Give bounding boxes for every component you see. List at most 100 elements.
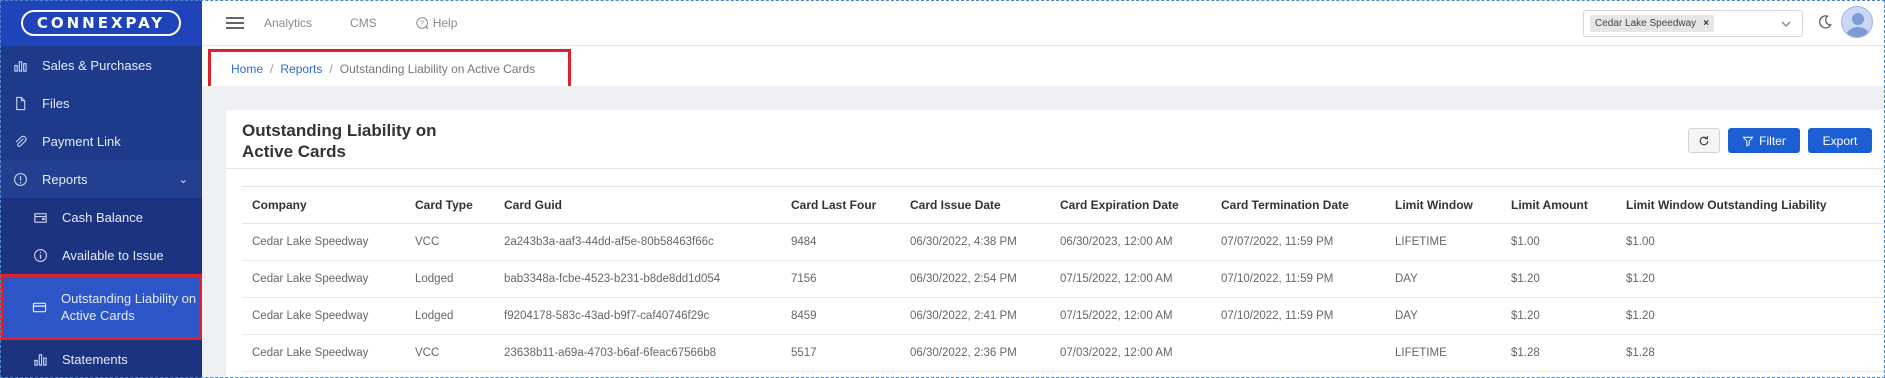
file-icon <box>12 95 28 111</box>
sidebar-item-label: Cash Balance <box>62 209 143 225</box>
info-circle-icon <box>32 247 48 263</box>
cell-termination-date: 07/07/2022, 11:59 PM <box>1211 223 1385 261</box>
column-header[interactable]: Limit Window Outstanding Liability <box>1616 186 1885 224</box>
column-header[interactable]: Card Guid <box>494 186 781 224</box>
table-row[interactable]: Cedar Lake Speedway VCC 23638b11-a69a-47… <box>242 334 1885 372</box>
cell-limit-amount: $1.28 <box>1501 334 1616 372</box>
table-row[interactable]: Cedar Lake Speedway VCC 2a243b3a-aaf3-44… <box>242 223 1885 261</box>
sidebar-subitem-cash-balance[interactable]: Cash Balance <box>0 198 202 236</box>
sidebar-item-reports[interactable]: Reports ⌄ <box>0 160 202 198</box>
sidebar-item-sales-purchases[interactable]: Sales & Purchases <box>0 46 202 84</box>
sidebar: CONNEXPAY Sales & Purchases Files Paymen… <box>0 0 202 378</box>
cell-outstanding-liability: $1.00 <box>1616 223 1885 261</box>
sidebar-item-label: Outstanding Liability on Active Cards <box>61 291 197 323</box>
filter-button[interactable]: Filter <box>1728 128 1800 153</box>
sidebar-item-files[interactable]: Files <box>0 84 202 122</box>
column-header[interactable]: Company <box>242 186 405 224</box>
breadcrumb: Home / Reports / Outstanding Liability o… <box>208 49 571 89</box>
table-header-row: Company Card Type Card Guid Card Last Fo… <box>242 186 1885 224</box>
cell-card-type: Lodged <box>405 297 494 335</box>
avatar[interactable] <box>1841 6 1873 38</box>
logo-area[interactable]: CONNEXPAY <box>0 0 202 46</box>
paperclip-icon <box>12 133 28 149</box>
report-card: Outstanding Liability on Active Cards Fi… <box>226 110 1885 378</box>
breadcrumb-area: Home / Reports / Outstanding Liability o… <box>202 46 1885 89</box>
help-icon: ? <box>416 16 428 30</box>
merchant-select[interactable]: Cedar Lake Speedway × <box>1583 10 1803 37</box>
refresh-button[interactable] <box>1688 128 1720 153</box>
cell-termination-date: 07/10/2022, 11:59 PM <box>1211 260 1385 298</box>
column-header[interactable]: Limit Amount <box>1501 186 1616 224</box>
breadcrumb-home[interactable]: Home <box>231 62 263 76</box>
breadcrumb-reports[interactable]: Reports <box>280 62 322 76</box>
export-button[interactable]: Export <box>1808 128 1872 153</box>
chevron-down-icon[interactable] <box>1778 16 1794 32</box>
cell-issue-date: 06/30/2022, 4:38 PM <box>900 223 1050 261</box>
moon-icon[interactable] <box>1817 14 1833 30</box>
sidebar-item-label: Sales & Purchases <box>42 57 152 73</box>
nav-help-label: Help <box>432 15 458 30</box>
cell-limit-window: DAY <box>1385 260 1501 298</box>
cell-last-four: 8459 <box>781 297 900 335</box>
connexpay-logo: CONNEXPAY <box>20 10 182 36</box>
sidebar-subitem-outstanding-liability[interactable]: Outstanding Liability on Active Cards <box>0 274 202 340</box>
cell-expiration-date: 07/15/2022, 12:00 AM <box>1050 260 1211 298</box>
cell-expiration-date: 07/15/2022, 12:00 AM <box>1050 297 1211 335</box>
cell-company: Cedar Lake Speedway <box>242 297 405 335</box>
cell-card-type: Lodged <box>405 260 494 298</box>
bar-chart-icon <box>12 57 28 73</box>
cell-card-guid: f9204178-583c-43ad-b9f7-caf40746f29c <box>494 297 781 335</box>
wallet-icon <box>32 209 48 225</box>
cell-card-guid: 2a243b3a-aaf3-44dd-af5e-80b58463f66c <box>494 223 781 261</box>
sidebar-item-payment-link[interactable]: Payment Link <box>0 122 202 160</box>
cell-last-four: 7156 <box>781 260 900 298</box>
table-row[interactable]: Cedar Lake Speedway Lodged f9204178-583c… <box>242 297 1885 335</box>
svg-text:?: ? <box>420 20 424 27</box>
cell-expiration-date: 06/30/2023, 12:00 AM <box>1050 223 1211 261</box>
sidebar-subitem-available-to-issue[interactable]: Available to Issue <box>0 236 202 274</box>
nav-cms[interactable]: CMS <box>350 16 377 30</box>
nav-analytics[interactable]: Analytics <box>264 16 312 30</box>
nav-help[interactable]: ? Help <box>415 15 458 30</box>
sidebar-subitem-statements[interactable]: Statements <box>0 340 202 378</box>
cell-outstanding-liability: $1.20 <box>1616 260 1885 298</box>
cell-termination-date: 07/10/2022, 11:59 PM <box>1211 297 1385 335</box>
chip-remove-icon[interactable]: × <box>1703 18 1709 29</box>
sidebar-item-label: Reports <box>42 171 88 187</box>
liability-table: Company Card Type Card Guid Card Last Fo… <box>242 186 1885 372</box>
cell-card-type: VCC <box>405 223 494 261</box>
cell-company: Cedar Lake Speedway <box>242 260 405 298</box>
top-bar: Analytics CMS ? Help Cedar Lake Speedway… <box>202 0 1885 46</box>
cell-last-four: 5517 <box>781 334 900 372</box>
cell-limit-window: LIFETIME <box>1385 223 1501 261</box>
column-header[interactable]: Card Last Four <box>781 186 900 224</box>
divider <box>226 168 1885 169</box>
cell-company: Cedar Lake Speedway <box>242 223 405 261</box>
cell-termination-date <box>1211 334 1385 372</box>
sidebar-item-label: Available to Issue <box>62 247 164 263</box>
menu-icon[interactable] <box>226 14 244 32</box>
cell-outstanding-liability: $1.28 <box>1616 334 1885 372</box>
cell-company: Cedar Lake Speedway <box>242 334 405 372</box>
filter-button-label: Filter <box>1759 133 1786 148</box>
column-header[interactable]: Card Issue Date <box>900 186 1050 224</box>
cell-limit-window: LIFETIME <box>1385 334 1501 372</box>
column-header[interactable]: Card Termination Date <box>1211 186 1385 224</box>
sidebar-item-label: Statements <box>62 351 128 367</box>
column-header[interactable]: Card Expiration Date <box>1050 186 1211 224</box>
sidebar-item-label: Payment Link <box>42 133 121 149</box>
cell-limit-amount: $1.20 <box>1501 297 1616 335</box>
cell-expiration-date: 07/03/2022, 12:00 AM <box>1050 334 1211 372</box>
filter-icon <box>1742 136 1754 147</box>
cell-issue-date: 06/30/2022, 2:41 PM <box>900 297 1050 335</box>
column-header[interactable]: Limit Window <box>1385 186 1501 224</box>
page-title: Outstanding Liability on Active Cards <box>242 121 437 161</box>
cell-card-type: VCC <box>405 334 494 372</box>
breadcrumb-separator: / <box>329 62 333 76</box>
chevron-down-icon: ⌄ <box>178 173 188 186</box>
merchant-chip: Cedar Lake Speedway × <box>1590 15 1715 32</box>
table-row[interactable]: Cedar Lake Speedway Lodged bab3348a-fcbe… <box>242 260 1885 298</box>
column-header[interactable]: Card Type <box>405 186 494 224</box>
cell-limit-amount: $1.00 <box>1501 223 1616 261</box>
breadcrumb-current: Outstanding Liability on Active Cards <box>339 62 536 76</box>
